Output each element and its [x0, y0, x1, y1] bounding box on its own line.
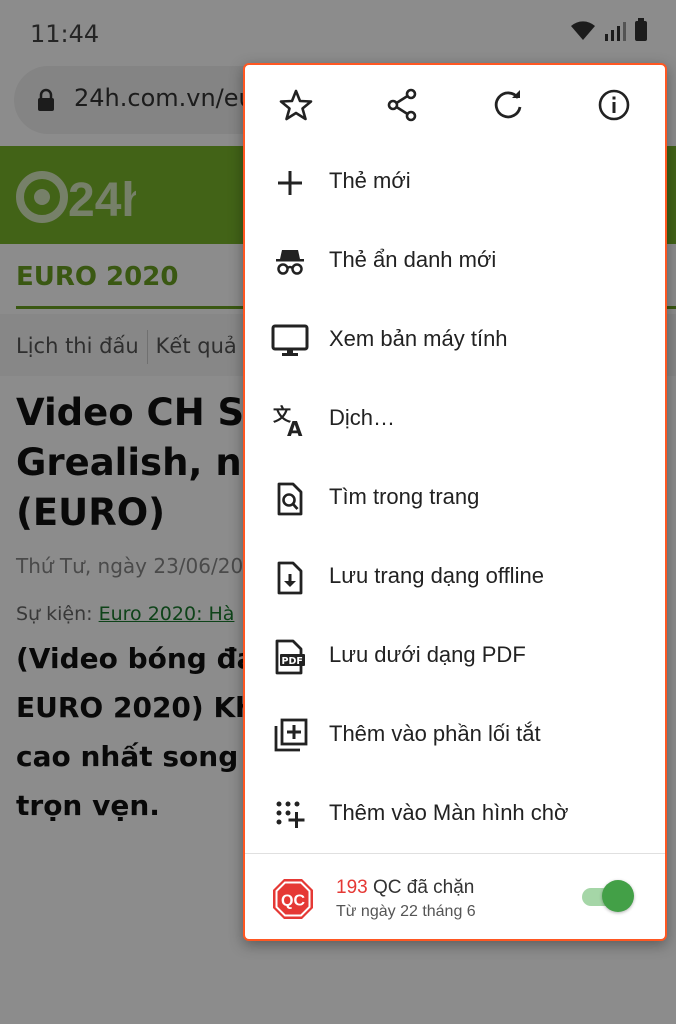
share-button[interactable]	[380, 83, 424, 127]
pdf-icon: PDF	[275, 639, 305, 675]
svg-text:PDF: PDF	[282, 656, 303, 667]
menu-item-new-tab[interactable]: Thẻ mới	[245, 144, 665, 223]
menu-item-add-home-screen[interactable]: Thêm vào Màn hình chờ	[245, 776, 665, 855]
menu-item-label: Thẻ mới	[329, 168, 411, 193]
info-icon	[598, 89, 630, 121]
blocked-count: 193	[336, 877, 368, 898]
svg-text:A: A	[287, 417, 303, 438]
star-icon	[279, 89, 313, 121]
ad-block-summary: 193 QC đã chặn	[336, 877, 474, 899]
plus-icon	[278, 171, 302, 195]
menu-item-label: Lưu dưới dạng PDF	[329, 642, 526, 667]
menu-item-save-offline[interactable]: Lưu trang dạng offline	[245, 539, 665, 618]
adblock-toggle[interactable]	[580, 879, 636, 913]
menu-item-find-in-page[interactable]: Tìm trong trang	[245, 460, 665, 539]
desktop-icon	[271, 324, 309, 356]
adblock-row[interactable]: QC 193 QC đã chặn Từ ngày 22 tháng 6	[245, 855, 665, 939]
menu-item-new-incognito-tab[interactable]: Thẻ ẩn danh mới	[245, 223, 665, 302]
menu-item-desktop-site[interactable]: Xem bản máy tính	[245, 302, 665, 381]
menu-item-translate[interactable]: 文 A Dịch…	[245, 381, 665, 460]
incognito-icon	[276, 250, 304, 275]
menu-divider	[245, 853, 665, 854]
toggle-knob	[602, 880, 634, 912]
refresh-button[interactable]	[486, 83, 530, 127]
menu-item-label: Lưu trang dạng offline	[329, 563, 544, 588]
blocked-label: QC đã chặn	[372, 877, 475, 898]
ad-block-icon-text: QC	[281, 893, 305, 910]
ad-block-icon: QC	[273, 879, 313, 919]
menu-item-label: Dịch…	[329, 405, 396, 430]
offline-download-icon	[277, 561, 303, 595]
browser-menu: Thẻ mới Thẻ ẩn danh mới Xem bản máy tính	[243, 63, 667, 941]
translate-icon: 文 A	[273, 404, 303, 438]
bookmark-button[interactable]	[274, 83, 318, 127]
find-in-page-icon	[277, 482, 303, 516]
menu-item-add-shortcut[interactable]: Thêm vào phần lối tắt	[245, 697, 665, 776]
page-info-button[interactable]	[592, 83, 636, 127]
add-home-screen-icon	[276, 801, 305, 828]
menu-item-label: Thẻ ẩn danh mới	[329, 247, 497, 272]
menu-item-label: Tìm trong trang	[329, 484, 480, 509]
blocked-since: Từ ngày 22 tháng 6	[336, 903, 476, 920]
menu-item-save-pdf[interactable]: PDF Lưu dưới dạng PDF	[245, 618, 665, 697]
refresh-icon	[494, 90, 522, 119]
share-icon	[387, 88, 417, 122]
menu-item-label: Thêm vào Màn hình chờ	[329, 800, 569, 825]
add-shortcut-icon	[274, 718, 308, 752]
menu-item-label: Xem bản máy tính	[329, 326, 508, 351]
menu-top-actions	[245, 65, 665, 145]
menu-item-label: Thêm vào phần lối tắt	[329, 721, 541, 746]
